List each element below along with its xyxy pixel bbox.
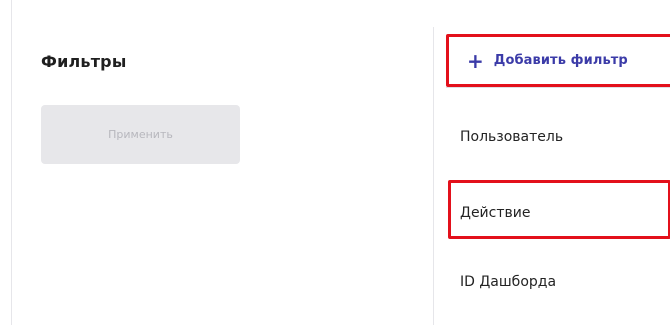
menu-item-dashboard-id[interactable]: ID Дашборда bbox=[460, 275, 556, 289]
menu-item-user[interactable]: Пользователь bbox=[460, 130, 563, 144]
add-filter-label: Добавить фильтр bbox=[493, 53, 628, 68]
dropdown-divider bbox=[446, 87, 670, 88]
filters-title: Фильтры bbox=[41, 52, 127, 71]
plus-icon: + bbox=[467, 48, 484, 73]
menu-item-action[interactable]: Действие bbox=[460, 206, 530, 220]
add-filter-button[interactable]: + Добавить фильтр bbox=[446, 34, 670, 87]
apply-button[interactable]: Применить bbox=[41, 105, 240, 164]
filter-dropdown: + Добавить фильтр Пользователь Действие … bbox=[433, 27, 670, 325]
